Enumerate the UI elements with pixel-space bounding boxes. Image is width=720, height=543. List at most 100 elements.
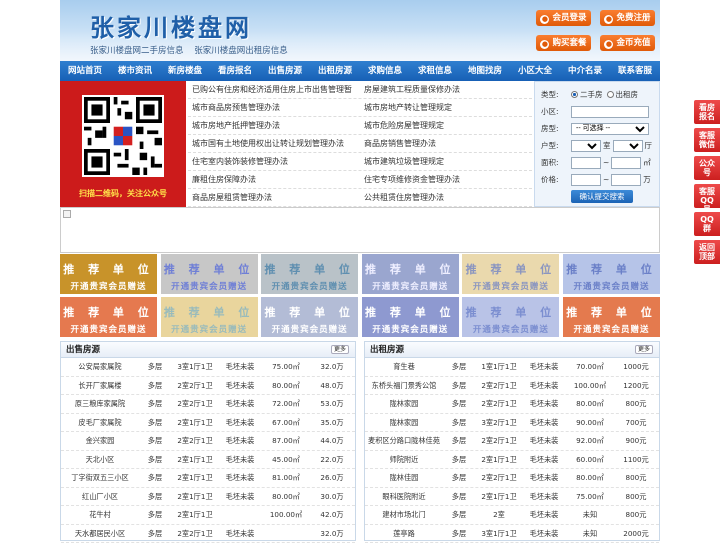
listing-row[interactable]: 麦积区分路口陇林佳苑多层2室2厅1卫毛坯未装92.00㎡900元 xyxy=(365,432,659,451)
ad-slot[interactable]: 推 荐 单 位开通贵宾会员赠送 xyxy=(161,297,258,337)
policy-link[interactable]: 住宅专项维修资金管理办法 xyxy=(360,171,532,188)
side-back-to-top[interactable]: 返回顶部 xyxy=(694,240,720,264)
ad-slot[interactable]: 推 荐 单 位开通贵宾会员赠送 xyxy=(462,297,559,337)
ad-slot[interactable]: 推 荐 单 位开通贵宾会员赠送 xyxy=(261,254,358,294)
listing-name[interactable]: 眼科医院附近 xyxy=(365,488,443,506)
search-submit-button[interactable]: 确认提交搜索 xyxy=(571,190,633,203)
policy-link[interactable]: 商品房销售管理办法 xyxy=(360,135,532,152)
recharge-button[interactable]: ●金币充值 xyxy=(600,35,655,51)
listing-name[interactable]: 东桥头福门景秀公馆 xyxy=(365,377,443,395)
policy-link[interactable]: 城市房地产抵押管理办法 xyxy=(188,117,360,134)
ad-slot[interactable]: 推 荐 单 位开通贵宾会员赠送 xyxy=(563,297,660,337)
listing-name[interactable]: 陇林家园 xyxy=(365,414,443,432)
nav-contact[interactable]: 联系客服 xyxy=(610,61,660,81)
listing-row[interactable]: 东桥头福门景秀公馆多层2室2厅1卫毛坯未装100.00㎡1200元 xyxy=(365,377,659,396)
listing-name[interactable]: 麦积区分路口陇林佳苑 xyxy=(365,432,443,450)
listing-row[interactable]: 花牛村多层2室1厅1卫100.00㎡42.0万 xyxy=(61,506,355,525)
listing-row[interactable]: 陇林家园多层3室2厅1卫毛坯未装90.00㎡700元 xyxy=(365,414,659,433)
ad-slot[interactable]: 推 荐 单 位开通贵宾会员赠送 xyxy=(563,254,660,294)
listing-name[interactable]: 陇林家园 xyxy=(365,395,443,413)
listing-name[interactable]: 丁字街双五三小区 xyxy=(61,469,139,487)
listing-name[interactable]: 原三粮库家属院 xyxy=(61,395,139,413)
community-input[interactable] xyxy=(571,106,649,118)
subtitle-rental[interactable]: 张家川楼盘网出租房信息 xyxy=(194,46,288,56)
listing-row[interactable]: 育生巷多层1室1厅1卫毛坯未装70.00㎡1000元 xyxy=(365,358,659,377)
side-wechat[interactable]: 客服微信 xyxy=(694,128,720,152)
area-max-input[interactable] xyxy=(611,157,641,169)
listing-name[interactable]: 天北小区 xyxy=(61,451,139,469)
ad-slot[interactable]: 推 荐 单 位开通贵宾会员赠送 xyxy=(60,297,157,337)
listing-name[interactable]: 天水都居民小区 xyxy=(61,525,139,543)
ad-slot[interactable]: 推 荐 单 位开通贵宾会员赠送 xyxy=(60,254,157,294)
register-button[interactable]: ●免费注册 xyxy=(600,10,655,26)
listing-row[interactable]: 天北小区多层2室1厅1卫毛坯未装45.00㎡22.0万 xyxy=(61,451,355,470)
listing-row[interactable]: 红山厂小区多层2室1厅1卫毛坯未装80.00㎡30.0万 xyxy=(61,488,355,507)
ad-slot[interactable]: 推 荐 单 位开通贵宾会员赠送 xyxy=(462,254,559,294)
listing-row[interactable]: 天水都居民小区多层2室2厅1卫毛坯未装32.0万 xyxy=(61,525,355,543)
listing-name[interactable]: 育生巷 xyxy=(365,358,443,376)
listing-row[interactable]: 莲亭路多层3室1厅1卫毛坯未装未知2000元 xyxy=(365,525,659,543)
listing-name[interactable]: 红山厂小区 xyxy=(61,488,139,506)
nav-wanted-rent[interactable]: 求租信息 xyxy=(410,61,460,81)
listing-name[interactable]: 师院附近 xyxy=(365,451,443,469)
policy-link[interactable]: 城市建筑垃圾管理规定 xyxy=(360,153,532,170)
listing-name[interactable]: 陇林佳园 xyxy=(365,469,443,487)
listing-name[interactable]: 莲亭路 xyxy=(365,525,443,543)
nav-agents[interactable]: 中介名录 xyxy=(560,61,610,81)
ad-slot[interactable]: 推 荐 单 位开通贵宾会员赠送 xyxy=(161,254,258,294)
policy-link[interactable]: 城市房地产转让管理规定 xyxy=(360,99,532,116)
listing-row[interactable]: 原三粮库家属院多层2室2厅1卫毛坯未装72.00㎡53.0万 xyxy=(61,395,355,414)
room-select[interactable] xyxy=(571,140,601,152)
policy-link[interactable]: 城市商品房预售管理办法 xyxy=(188,99,360,116)
policy-link[interactable]: 城市国有土地使用权出让转让规划管理办法 xyxy=(188,135,360,152)
area-min-input[interactable] xyxy=(571,157,601,169)
login-button[interactable]: ●会员登录 xyxy=(536,10,591,26)
banner-image[interactable] xyxy=(60,207,660,253)
listing-name[interactable]: 花牛村 xyxy=(61,506,139,524)
nav-news[interactable]: 楼市资讯 xyxy=(110,61,160,81)
policy-link[interactable]: 商品房屋租赁管理办法 xyxy=(188,189,360,206)
listing-row[interactable]: 皮毛厂家属院多层2室1厅1卫毛坯未装67.00㎡35.0万 xyxy=(61,414,355,433)
listing-row[interactable]: 眼科医院附近多层2室1厅1卫毛坯未装75.00㎡800元 xyxy=(365,488,659,507)
listing-row[interactable]: 陇林佳园多层2室2厅1卫毛坯未装80.00㎡800元 xyxy=(365,469,659,488)
ad-slot[interactable]: 推 荐 单 位开通贵宾会员赠送 xyxy=(362,297,459,337)
listing-row[interactable]: 长开厂家属楼多层2室2厅1卫毛坯未装80.00㎡48.0万 xyxy=(61,377,355,396)
ad-slot[interactable]: 推 荐 单 位开通贵宾会员赠送 xyxy=(362,254,459,294)
listing-name[interactable]: 皮毛厂家属院 xyxy=(61,414,139,432)
listing-row[interactable]: 金兴家园多层2室2厅1卫毛坯未装87.00㎡44.0万 xyxy=(61,432,355,451)
subtitle-secondhand[interactable]: 张家川楼盘网二手房信息 xyxy=(90,46,184,56)
listing-row[interactable]: 丁字街双五三小区多层2室1厅1卫毛坯未装81.00㎡26.0万 xyxy=(61,469,355,488)
nav-communities[interactable]: 小区大全 xyxy=(510,61,560,81)
side-viewing-signup[interactable]: 看房报名 xyxy=(694,100,720,124)
site-title[interactable]: 张家川楼盘网 xyxy=(90,8,252,43)
policy-link[interactable]: 公共租赁住房管理办法 xyxy=(360,189,532,206)
listing-row[interactable]: 建材市场北门多层2室毛坯未装未知800元 xyxy=(365,506,659,525)
side-official-account[interactable]: 公众号 xyxy=(694,156,720,180)
price-max-input[interactable] xyxy=(611,174,641,186)
listing-row[interactable]: 师院附近多层2室1厅1卫毛坯未装60.00㎡1100元 xyxy=(365,451,659,470)
listing-row[interactable]: 公安局家属院多层3室1厅1卫毛坯未装75.00㎡32.0万 xyxy=(61,358,355,377)
listing-name[interactable]: 金兴家园 xyxy=(61,432,139,450)
side-qq-group[interactable]: QQ群 xyxy=(694,212,720,236)
rent-more-button[interactable]: 更多 xyxy=(635,345,653,354)
radio-secondhand[interactable] xyxy=(571,91,578,98)
layout-select[interactable]: -- 可选择 -- xyxy=(571,123,649,135)
policy-link[interactable]: 住宅室内装饰装修管理办法 xyxy=(188,153,360,170)
listing-name[interactable]: 建材市场北门 xyxy=(365,506,443,524)
buy-package-button[interactable]: ●购买套餐 xyxy=(536,35,591,51)
ad-slot[interactable]: 推 荐 单 位开通贵宾会员赠送 xyxy=(261,297,358,337)
price-min-input[interactable] xyxy=(571,174,601,186)
nav-for-rent[interactable]: 出租房源 xyxy=(310,61,360,81)
nav-wanted-buy[interactable]: 求购信息 xyxy=(360,61,410,81)
nav-home[interactable]: 网站首页 xyxy=(60,61,110,81)
nav-viewing-signup[interactable]: 看房报名 xyxy=(210,61,260,81)
listing-name[interactable]: 公安局家属院 xyxy=(61,358,139,376)
policy-link[interactable]: 城市危险房屋管理规定 xyxy=(360,117,532,134)
nav-for-sale[interactable]: 出售房源 xyxy=(260,61,310,81)
policy-link[interactable]: 已购公有住房和经济适用住房上市出售管理暂 xyxy=(188,81,360,98)
side-qq[interactable]: 客服QQ号 xyxy=(694,184,720,208)
sale-more-button[interactable]: 更多 xyxy=(331,345,349,354)
radio-rental[interactable] xyxy=(607,91,614,98)
nav-map-search[interactable]: 地图找房 xyxy=(460,61,510,81)
policy-link[interactable]: 房屋建筑工程质量保修办法 xyxy=(360,81,532,98)
